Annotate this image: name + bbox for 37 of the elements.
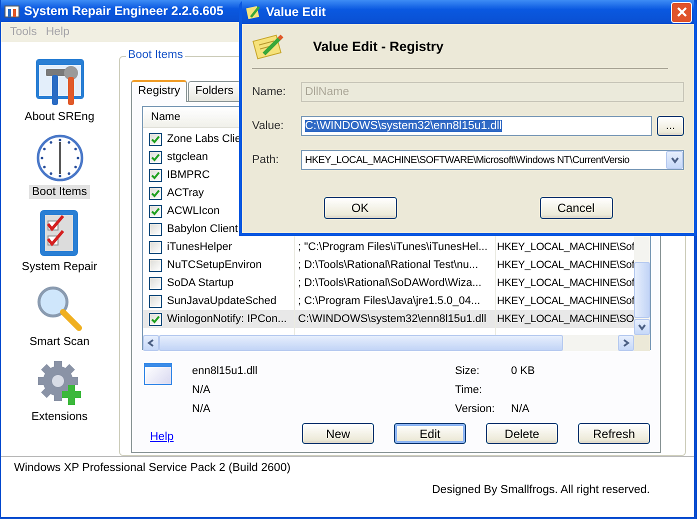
table-cell: C:\WINDOWS\system32\enn8l15u1.dll bbox=[298, 313, 486, 325]
dialog-heading: Value Edit - Registry bbox=[313, 38, 444, 54]
credit-text: Designed By Smallfrogs. All right reserved. bbox=[432, 484, 651, 496]
detail-text: N/A bbox=[192, 384, 212, 396]
table-cell: iTunesHelper bbox=[167, 241, 232, 253]
table-cell: stgclean bbox=[167, 151, 208, 163]
table-cell: HKEY_LOCAL_MACHINE\Sof bbox=[497, 241, 634, 253]
table-cell: ; D:\Tools\Rational\Rational Test\nu... bbox=[298, 259, 478, 271]
dialog-title: Value Edit bbox=[266, 5, 327, 19]
table-cell: HKEY_LOCAL_MACHINE\Sof bbox=[497, 277, 634, 289]
field-label: Name: bbox=[252, 86, 287, 98]
table-cell: ; D:\Tools\Rational\SoDAWord\Wiza... bbox=[298, 277, 482, 289]
property-label: Time: bbox=[455, 384, 484, 396]
table-cell: WinlogonNotify: IPCon... bbox=[167, 313, 287, 325]
window-title: System Repair Engineer 2.2.6.605 bbox=[24, 4, 224, 18]
table-cell: HKEY_LOCAL_MACHINE\Sof bbox=[497, 295, 634, 307]
field-label: Path: bbox=[252, 154, 280, 166]
table-cell: ACTray bbox=[167, 187, 204, 199]
property-value: 0 KB bbox=[511, 364, 536, 376]
group-title: Boot Items bbox=[126, 49, 185, 61]
detail-text: N/A bbox=[192, 402, 212, 414]
status-text: Windows XP Professional Service Pack 2 (Build 2600) bbox=[14, 462, 292, 474]
table-cell: NuTCSetupEnviron bbox=[167, 259, 262, 271]
field-label: Value: bbox=[252, 120, 285, 132]
table-cell: ; C:\Program Files\Java\jre1.5.0_04... bbox=[298, 295, 480, 307]
property-label: Version: bbox=[455, 402, 496, 414]
table-cell: Babylon Client bbox=[167, 223, 238, 235]
property-label: Size: bbox=[455, 364, 480, 376]
table-cell: SunJavaUpdateSched bbox=[167, 295, 276, 307]
table-cell: ACWLIcon bbox=[167, 205, 220, 217]
table-cell: SoDA Startup bbox=[167, 277, 234, 289]
detail-text: enn8l15u1.dll bbox=[192, 364, 258, 376]
table-cell: ; "C:\Program Files\iTunes\iTunesHel... bbox=[298, 241, 488, 253]
table-cell: IBMPRC bbox=[167, 169, 210, 181]
table-cell: HKEY_LOCAL_MACHINE\SO bbox=[497, 313, 634, 325]
property-value: N/A bbox=[511, 402, 530, 414]
table-cell: HKEY_LOCAL_MACHINE\Sof bbox=[497, 259, 634, 271]
